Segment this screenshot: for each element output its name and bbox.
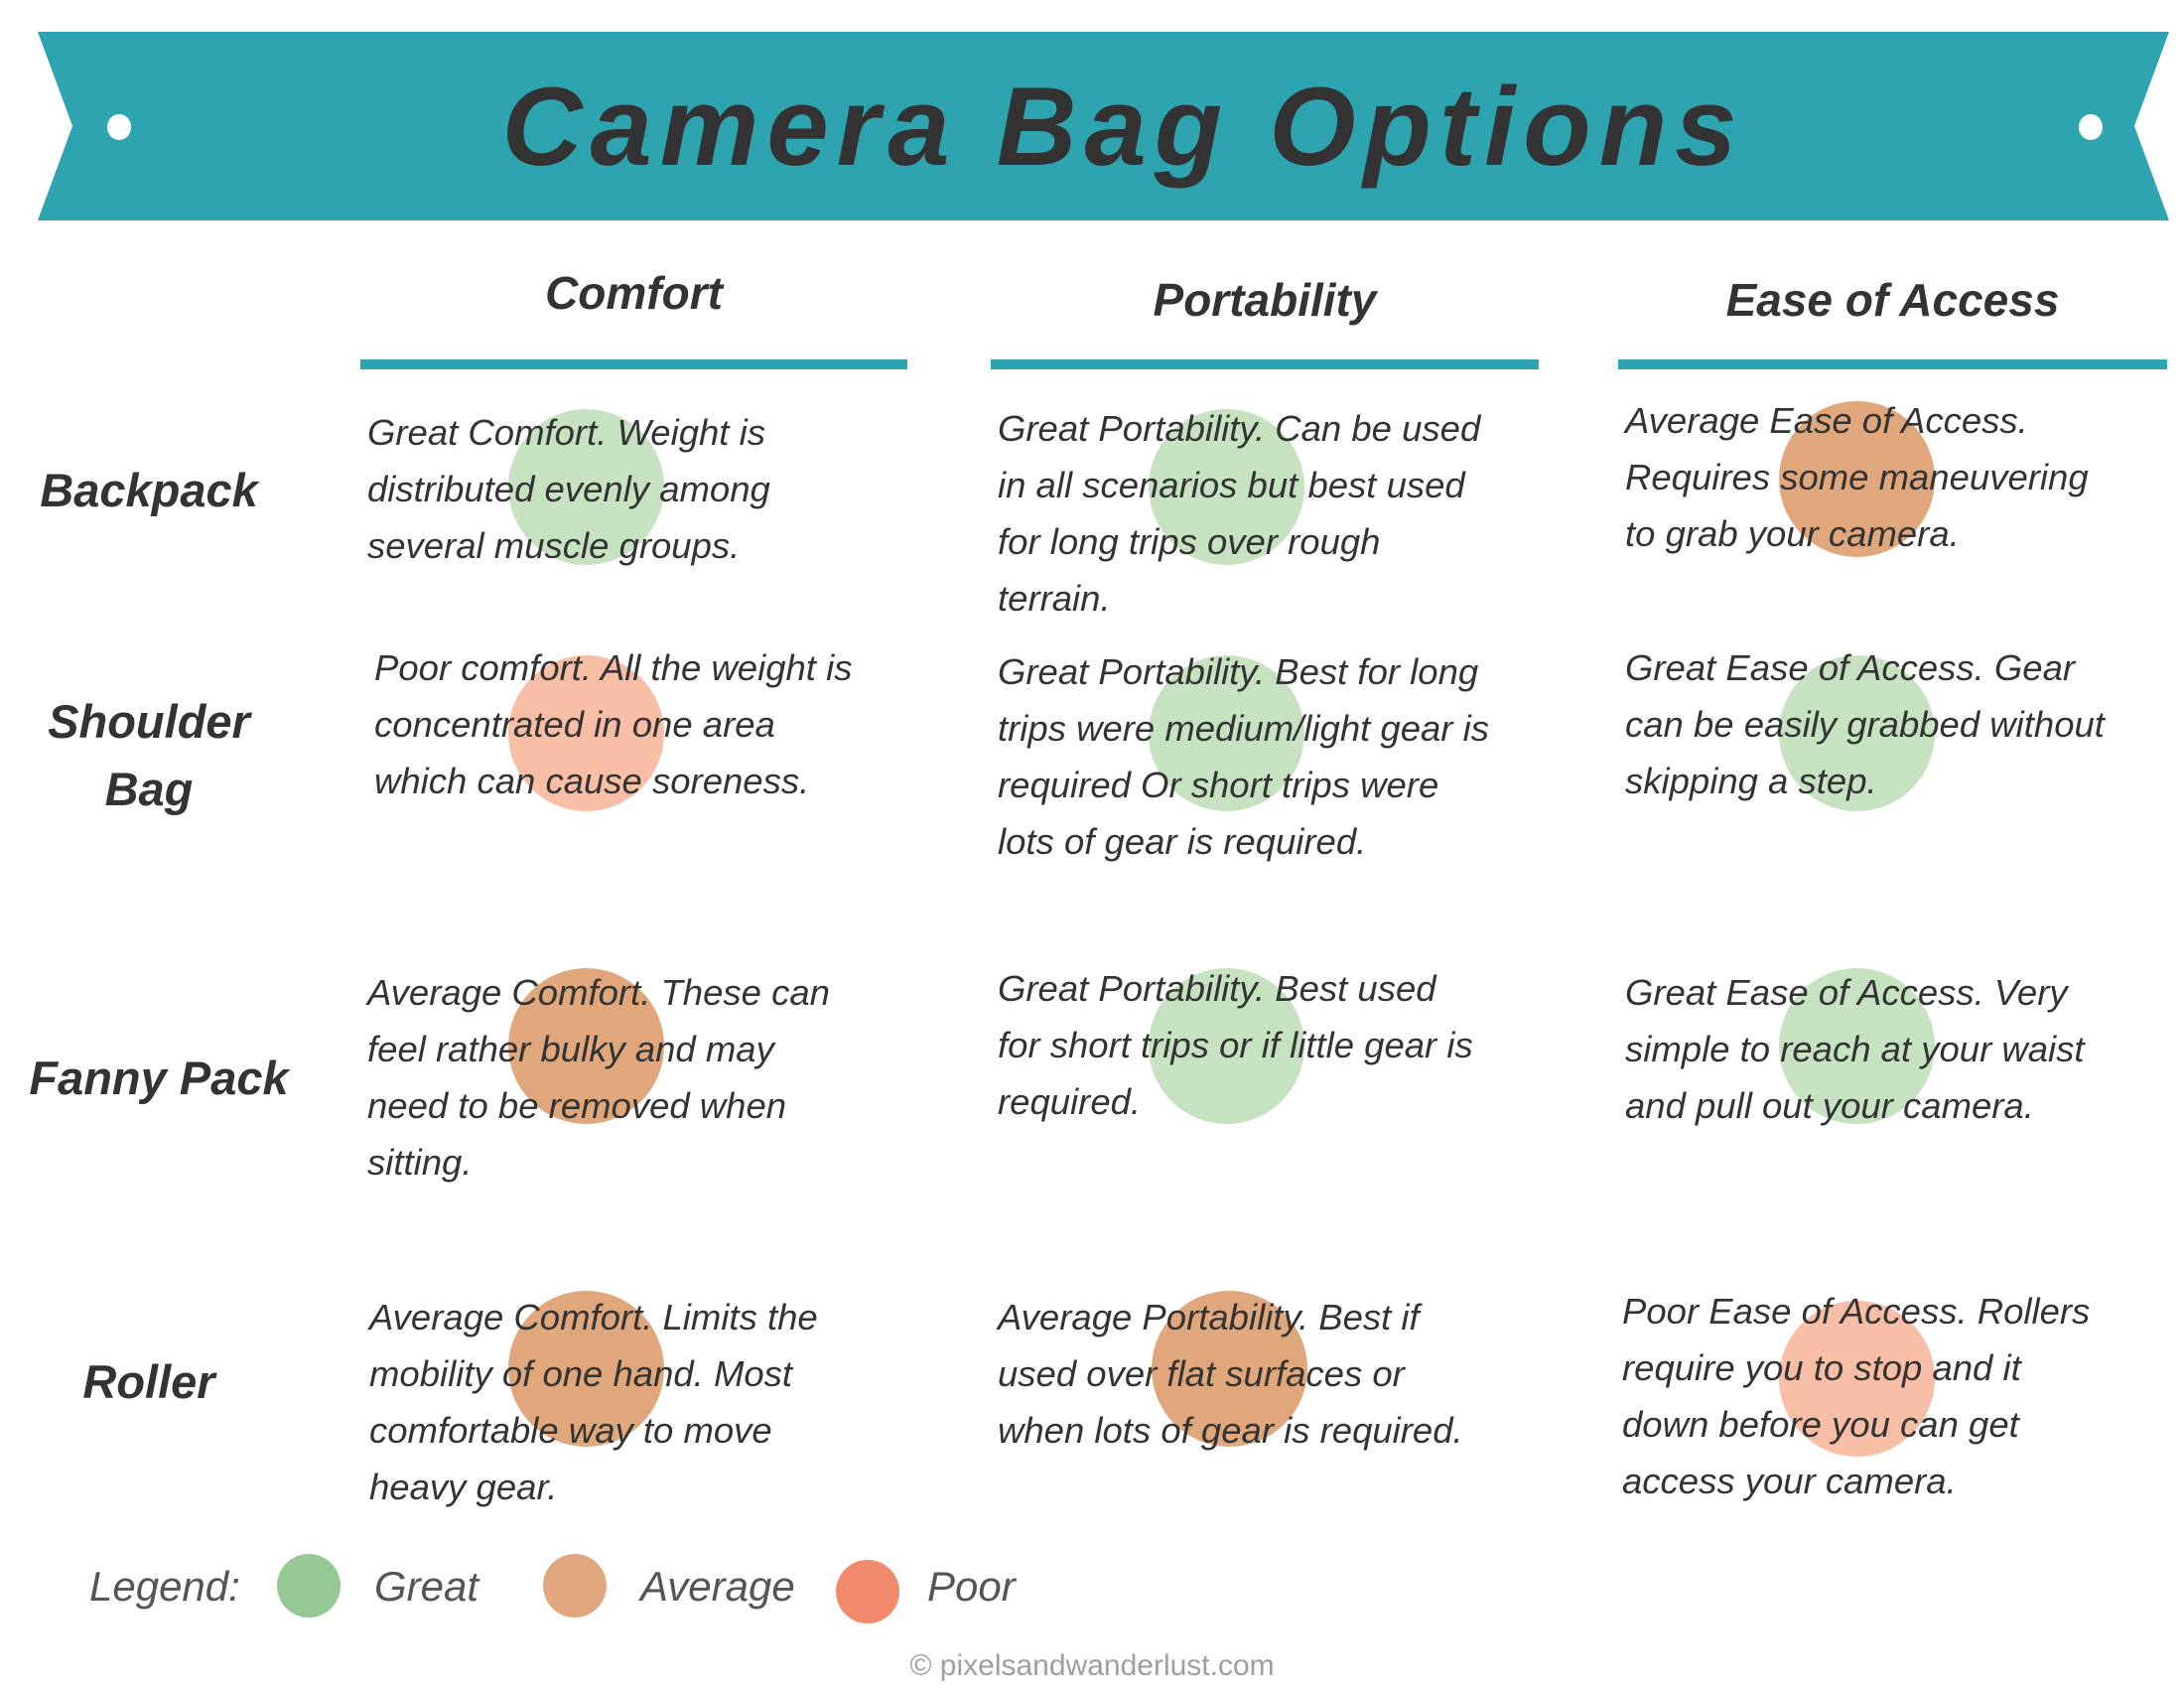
cell-text-shoulder-bag-portability: Great Portability. Best for long trips w… (998, 651, 1489, 862)
cell-text-fanny-pack-comfort: Average Comfort. These can feel rather b… (367, 972, 830, 1183)
page-title: Camera Bag Options (501, 64, 1745, 189)
cell-text-roller-portability: Average Portability. Best if used over f… (998, 1297, 1463, 1451)
cell-text-backpack-portability: Great Portability. Can be used in all sc… (998, 408, 1481, 619)
cell-text-roller-comfort: Average Comfort. Limits the mobility of … (369, 1297, 818, 1507)
legend-great-dot-icon (277, 1554, 341, 1618)
cell-text-shoulder-bag-ease-of-access: Great Ease of Access. Gear can be easily… (1625, 647, 2105, 801)
row-label-fanny-pack: Fanny Pack (29, 1052, 289, 1104)
column-underline-comfort (360, 359, 907, 369)
cell-text-shoulder-bag-comfort: Poor comfort. All the weight is concentr… (374, 647, 853, 801)
legend-title: Legend: (89, 1563, 240, 1610)
copyright-footer: © pixelsandwanderlust.com (909, 1649, 1275, 1682)
cell-text-roller-ease-of-access: Poor Ease of Access. Rollers require you… (1622, 1291, 2091, 1501)
title-banner: Camera Bag Options (38, 32, 2169, 220)
legend-average-label: Average (640, 1563, 795, 1610)
legend-poor-label: Poor (927, 1563, 1016, 1610)
row-label-roller: Roller (82, 1355, 215, 1408)
row-label-backpack: Backpack (40, 464, 258, 516)
column-header-ease-of-access: Ease of Access (1725, 274, 2060, 326)
column-header-portability: Portability (1153, 274, 1377, 326)
row-label-shoulder-bag: Shoulder Bag (48, 695, 250, 815)
cell-text-backpack-comfort: Great Comfort. Weight is distributed eve… (367, 412, 770, 566)
legend-great-label: Great (374, 1563, 479, 1610)
legend-average-dot-icon (543, 1554, 607, 1618)
cell-text-fanny-pack-portability: Great Portability. Best used for short t… (998, 968, 1473, 1122)
legend-poor-dot-icon (836, 1560, 899, 1623)
cell-text-backpack-ease-of-access: Average Ease of Access. Requires some ma… (1625, 400, 2089, 554)
column-underline-portability (991, 359, 1539, 369)
column-underline-ease-of-access (1618, 359, 2167, 369)
cell-text-fanny-pack-ease-of-access: Great Ease of Access. Very simple to rea… (1625, 972, 2085, 1126)
column-header-comfort: Comfort (545, 267, 723, 319)
